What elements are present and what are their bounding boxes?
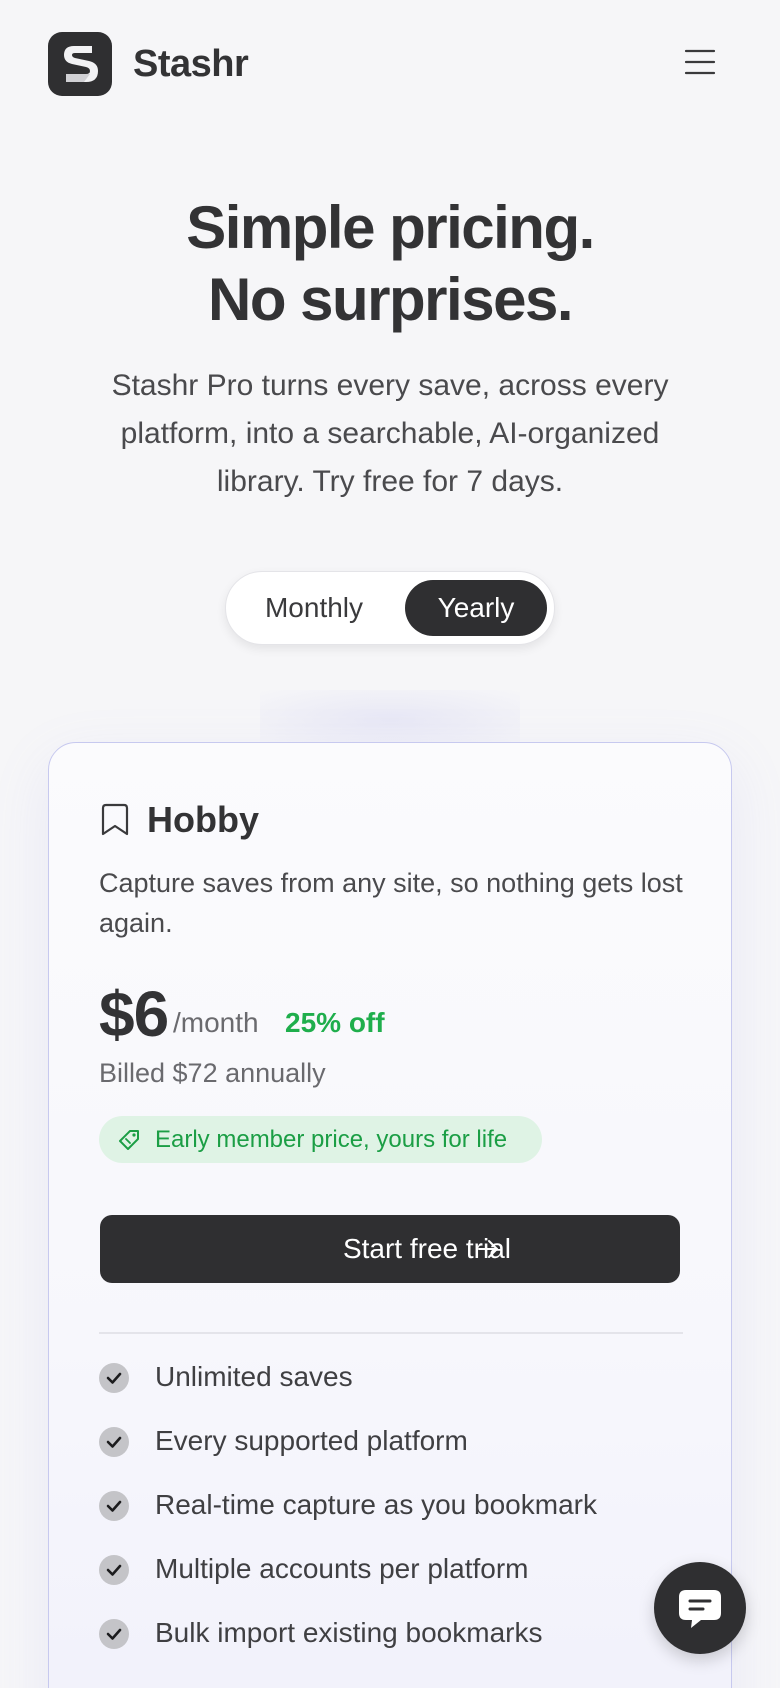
feature-text: Every supported platform bbox=[155, 1425, 468, 1456]
hamburger-menu-icon[interactable] bbox=[682, 44, 718, 80]
title-line-1: Simple pricing. bbox=[186, 194, 595, 261]
title-line-2: No surprises. bbox=[208, 266, 573, 333]
chat-bubble-icon[interactable] bbox=[654, 1562, 746, 1654]
check-icon bbox=[99, 1555, 129, 1585]
check-icon bbox=[99, 1619, 129, 1649]
feature-text: Multiple accounts per platform bbox=[155, 1553, 529, 1584]
list-item: Multiple accounts per platform bbox=[99, 1549, 699, 1589]
plan-name: Hobby bbox=[147, 799, 259, 840]
arrow-right-icon bbox=[476, 1237, 500, 1261]
divider bbox=[99, 1332, 683, 1334]
list-item: Real-time capture as you bookmark bbox=[99, 1485, 699, 1525]
feature-text: Bulk import existing bookmarks bbox=[155, 1617, 543, 1648]
list-item: Unlimited saves bbox=[99, 1357, 699, 1397]
cta-label: Start free trial bbox=[342, 1233, 511, 1264]
check-icon bbox=[99, 1363, 129, 1393]
discount-label: 25% off bbox=[285, 1007, 385, 1038]
stashr-logo-icon[interactable] bbox=[48, 32, 112, 96]
page-subtitle: Stashr Pro turns every save, across ever… bbox=[111, 369, 669, 498]
brand-name[interactable]: Stashr bbox=[133, 40, 249, 88]
bookmark-icon bbox=[101, 803, 129, 837]
billed-annually-note: Billed $72 annually bbox=[99, 1058, 326, 1088]
page-title: Simple pricing. No surprises. bbox=[0, 192, 780, 336]
badge-text: Early member price, yours for life bbox=[155, 1126, 508, 1153]
early-member-badge: Early member price, yours for life bbox=[99, 1116, 542, 1163]
billing-toggle: Monthly Yearly bbox=[225, 571, 555, 645]
site-header: Stashr bbox=[0, 0, 780, 130]
toggle-monthly[interactable]: Monthly bbox=[236, 580, 392, 636]
price-period: /month bbox=[173, 1007, 259, 1038]
toggle-yearly[interactable]: Yearly bbox=[405, 580, 547, 636]
plan-price: $6 bbox=[99, 978, 169, 1050]
feature-text: Real-time capture as you bookmark bbox=[155, 1489, 597, 1520]
plan-card-hobby: Hobby Capture saves from any site, so no… bbox=[48, 742, 732, 1688]
list-item: Bulk import existing bookmarks bbox=[99, 1613, 699, 1653]
feature-text: Unlimited saves bbox=[155, 1361, 353, 1392]
check-icon bbox=[99, 1491, 129, 1521]
check-icon bbox=[99, 1427, 129, 1457]
tag-icon bbox=[117, 1128, 141, 1152]
list-item: Every supported platform bbox=[99, 1421, 699, 1461]
start-free-trial-button[interactable]: Start free trial bbox=[100, 1215, 680, 1283]
plan-description: Capture saves from any site, so nothing … bbox=[99, 868, 683, 938]
card-glow bbox=[260, 690, 520, 750]
